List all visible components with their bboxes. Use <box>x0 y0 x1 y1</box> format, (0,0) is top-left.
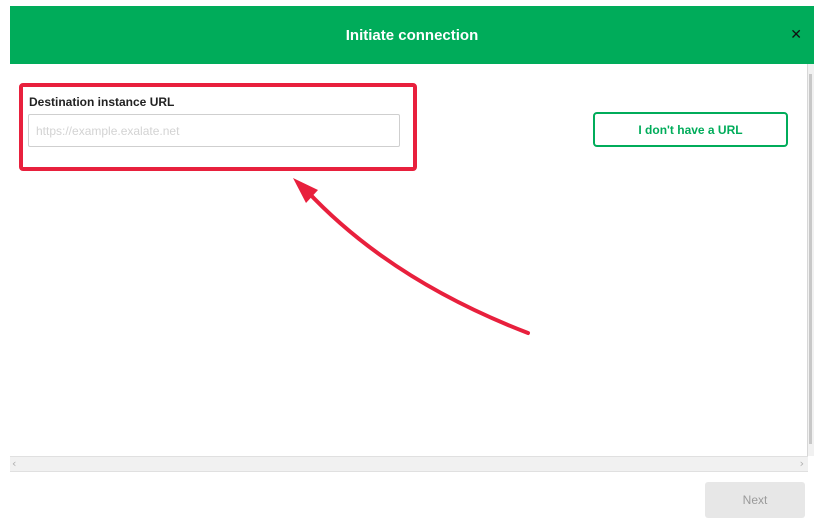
no-url-button[interactable]: I don't have a URL <box>593 112 788 147</box>
horizontal-scrollbar[interactable]: ‹ › <box>10 456 808 472</box>
dialog-title: Initiate connection <box>345 26 479 44</box>
scroll-left-icon[interactable]: ‹ <box>12 458 16 470</box>
dialog-footer <box>10 472 814 527</box>
close-icon[interactable]: ✕ <box>790 28 802 42</box>
vertical-scrollbar-thumb[interactable] <box>809 74 812 444</box>
destination-url-label: Destination instance URL <box>29 95 175 109</box>
vertical-scrollbar[interactable] <box>807 64 814 456</box>
next-button[interactable]: Next <box>705 482 805 518</box>
destination-url-input[interactable] <box>28 114 400 147</box>
dialog-header: Initiate connection ✕ <box>10 6 814 64</box>
scroll-right-icon[interactable]: › <box>800 458 804 470</box>
